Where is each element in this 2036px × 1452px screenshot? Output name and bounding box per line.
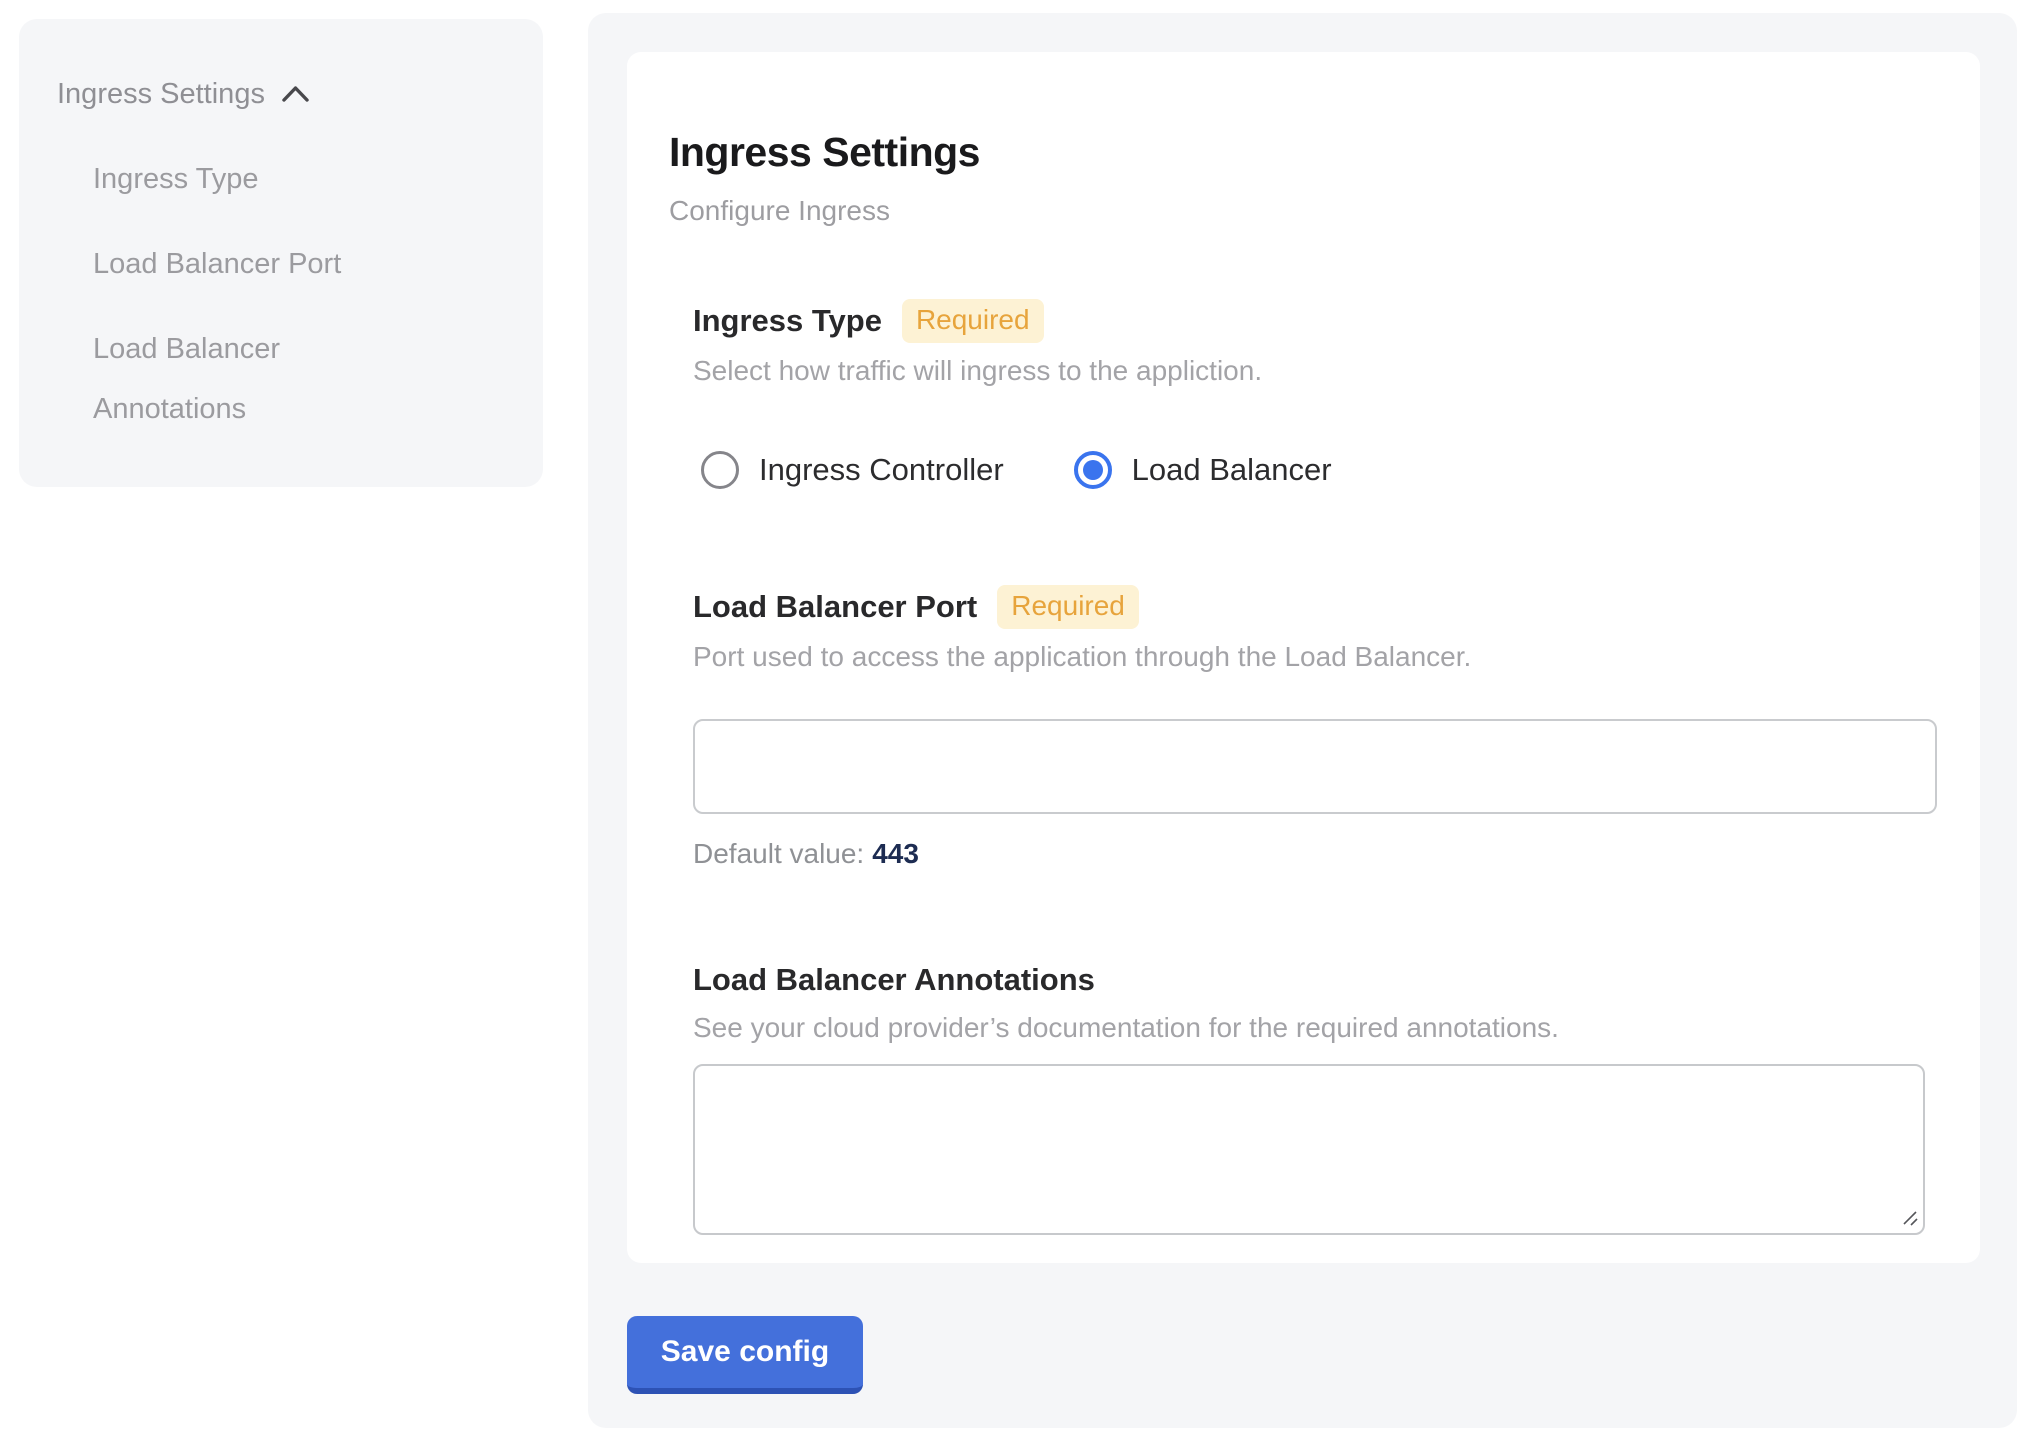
load-balancer-annotations-textarea[interactable] [693,1064,1925,1235]
settings-card: Ingress Settings Configure Ingress Ingre… [627,52,1980,1263]
radio-option-load-balancer[interactable]: Load Balancer [1074,451,1332,489]
section-ingress-type: Ingress Type Required Select how traffic… [693,299,1924,489]
load-balancer-port-input[interactable] [693,719,1937,814]
radio-button-ingress-controller[interactable] [701,451,739,489]
sidebar-group-label: Ingress Settings [57,77,265,111]
section-description-ingress-type: Select how traffic will ingress to the a… [693,355,1924,387]
chevron-up-icon[interactable] [281,84,310,104]
sidebar: Ingress Settings Ingress Type Load Balan… [19,19,543,487]
page-title: Ingress Settings [669,130,1924,175]
section-load-balancer-annotations: Load Balancer Annotations See your cloud… [693,960,1924,1235]
default-value: 443 [872,838,919,869]
section-title-load-balancer-port: Load Balancer Port [693,587,977,627]
default-value-label: Default value: [693,838,864,869]
section-title-ingress-type: Ingress Type [693,301,882,341]
sidebar-item-ingress-type[interactable]: Ingress Type [93,149,433,209]
resize-handle-icon[interactable] [1900,1208,1920,1228]
radio-button-load-balancer[interactable] [1074,451,1112,489]
section-description-load-balancer-port: Port used to access the application thro… [693,641,1924,673]
section-title-load-balancer-annotations: Load Balancer Annotations [693,960,1095,1000]
default-value-line: Default value: 443 [693,838,1924,870]
save-config-button[interactable]: Save config [627,1316,863,1394]
ingress-type-radio-group: Ingress Controller Load Balancer [701,451,1924,489]
sidebar-nav: Ingress Type Load Balancer Port Load Bal… [93,149,515,439]
annotations-textarea-wrap [693,1064,1925,1235]
page-subtitle: Configure Ingress [669,195,1924,227]
radio-option-ingress-controller[interactable]: Ingress Controller [701,451,1004,489]
settings-panel: Ingress Settings Configure Ingress Ingre… [588,13,2017,1428]
section-description-load-balancer-annotations: See your cloud provider’s documentation … [693,1012,1924,1044]
section-load-balancer-port: Load Balancer Port Required Port used to… [693,585,1924,870]
sidebar-group-ingress-settings[interactable]: Ingress Settings [57,77,515,111]
sidebar-item-load-balancer-annotations[interactable]: Load Balancer Annotations [93,319,433,439]
sidebar-item-load-balancer-port[interactable]: Load Balancer Port [93,234,433,294]
radio-label-load-balancer: Load Balancer [1132,452,1332,488]
required-badge: Required [902,299,1044,343]
radio-label-ingress-controller: Ingress Controller [759,452,1004,488]
required-badge: Required [997,585,1139,629]
